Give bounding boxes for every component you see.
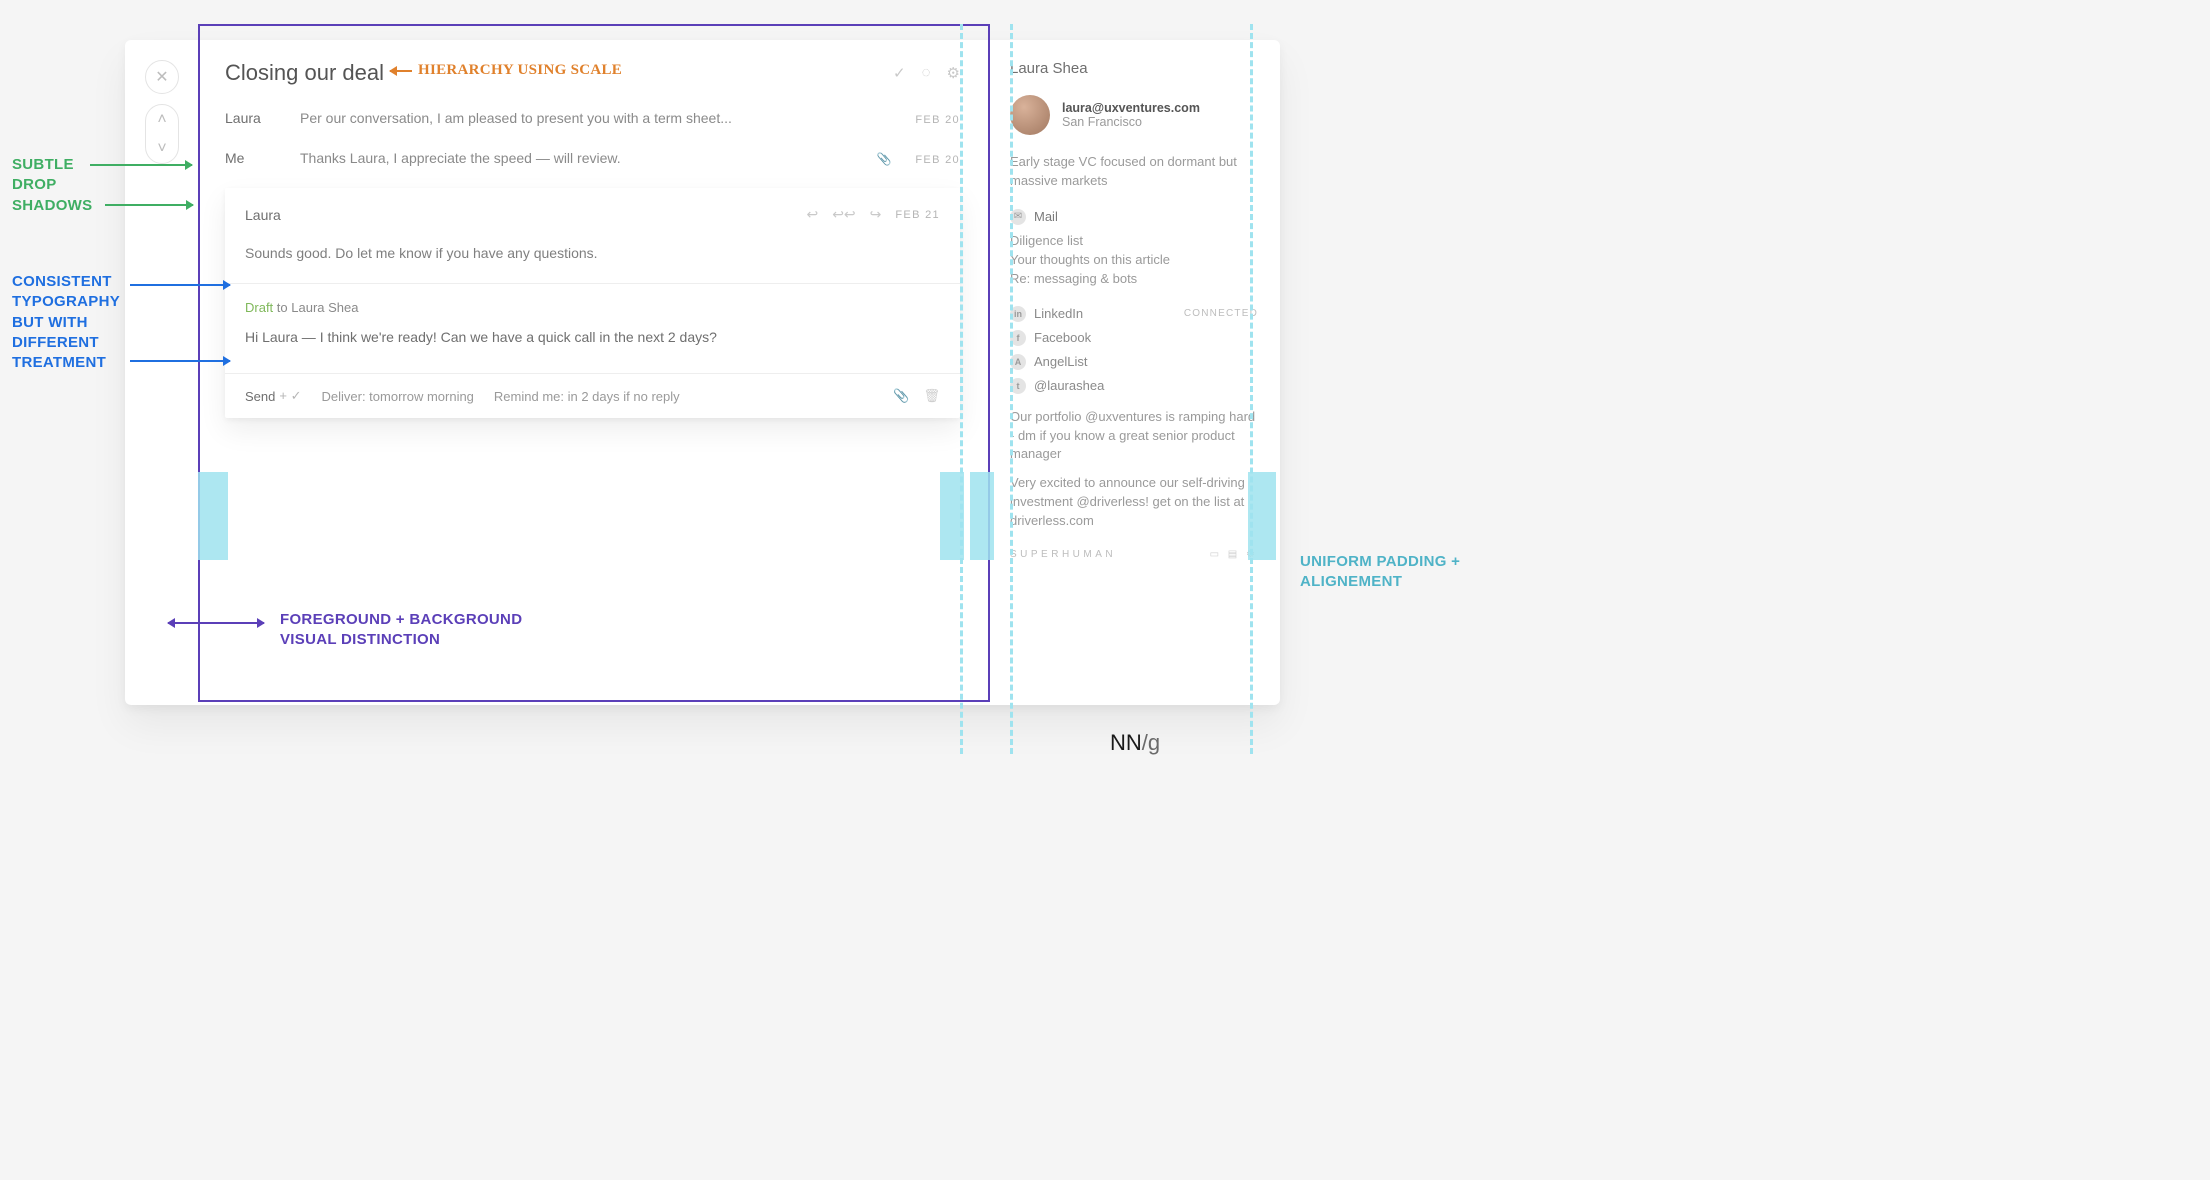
chevron-down-icon[interactable]: ˅ (157, 140, 166, 158)
chevron-up-icon[interactable]: ˄ (157, 111, 166, 129)
contact-sidebar: Laura Shea laura@uxventures.com San Fran… (1010, 60, 1258, 560)
social-angellist[interactable]: A AngelList (1010, 350, 1258, 374)
send-bar: Send + ✓ Deliver: tomorrow morning Remin… (225, 373, 960, 418)
open-message-card: Laura ↩ ↩↩ ↪ FEB 21 Sounds good. Do let … (225, 188, 960, 418)
draft-area[interactable]: Draft to Laura Shea Hi Laura — I think w… (245, 284, 940, 359)
message-date: FEB 21 (895, 209, 940, 221)
contact-email[interactable]: laura@uxventures.com (1062, 101, 1200, 115)
social-facebook[interactable]: f Facebook (1010, 326, 1258, 350)
send-button[interactable]: Send + ✓ (245, 388, 301, 404)
attach-icon[interactable]: 📎 (893, 388, 909, 404)
delete-draft-icon[interactable]: 🗑 (923, 388, 940, 404)
linkedin-icon: in (1010, 306, 1026, 322)
contact-name: Laura Shea (1010, 60, 1258, 77)
message-row[interactable]: Laura Per our conversation, I am pleased… (225, 110, 960, 126)
mark-done-icon[interactable]: ✓ (893, 64, 906, 82)
mail-icon: ✉ (1010, 209, 1026, 225)
annotation-typography: CONSISTENT TYPOGRAPHY BUT WITH DIFFERENT… (12, 272, 120, 373)
message-preview: Per our conversation, I am pleased to pr… (300, 110, 895, 126)
social-twitter[interactable]: t @laurashea (1010, 374, 1258, 398)
mail-item[interactable]: Your thoughts on this article (1010, 250, 1258, 269)
sender-name: Laura (225, 110, 280, 126)
nng-attribution: NN/g (1110, 730, 1160, 756)
deliver-schedule[interactable]: Deliver: tomorrow morning (321, 389, 473, 404)
contact-bio: Early stage VC focused on dormant but ma… (1010, 153, 1258, 191)
contact-location: San Francisco (1062, 115, 1200, 129)
message-row[interactable]: Me Thanks Laura, I appreciate the speed … (225, 150, 960, 166)
mail-section-head: ✉ Mail (1010, 209, 1258, 225)
arrow-orange (390, 70, 412, 72)
mail-list: Diligence list Your thoughts on this art… (1010, 231, 1258, 288)
footer-icons[interactable]: ▭ ▤ ⚙ (1210, 549, 1258, 560)
snooze-icon[interactable]: ◌ (922, 64, 931, 82)
facebook-icon: f (1010, 330, 1026, 346)
forward-icon[interactable]: ↪ (870, 206, 882, 223)
reply-all-icon[interactable]: ↩↩ (832, 206, 855, 223)
social-linkedin[interactable]: in LinkedIn CONNECTED (1010, 302, 1258, 326)
sender-name: Laura (245, 207, 281, 223)
thread-title: Closing our deal (225, 60, 384, 86)
feed-item: Our portfolio @uxventures is ramping har… (1010, 408, 1258, 465)
draft-body[interactable]: Hi Laura — I think we're ready! Can we h… (245, 329, 940, 345)
avatar (1010, 95, 1050, 135)
message-preview: Thanks Laura, I appreciate the speed — w… (300, 150, 856, 166)
mail-item[interactable]: Diligence list (1010, 231, 1258, 250)
arrow-green-2 (105, 204, 193, 206)
draft-to-prefix: to (273, 300, 291, 315)
annotation-shadows: SUBTLE DROP SHADOWS (12, 155, 92, 216)
reply-icon[interactable]: ↩ (806, 206, 818, 223)
connected-badge: CONNECTED (1184, 308, 1258, 319)
arrow-blue-2 (130, 360, 230, 362)
nav-up-down[interactable]: ˄ ˅ (145, 104, 179, 164)
message-date: FEB 20 (915, 114, 960, 126)
settings-icon[interactable]: ⚙ (947, 64, 960, 82)
remind-schedule[interactable]: Remind me: in 2 days if no reply (494, 389, 680, 404)
brand-footer: SUPERHUMAN ▭ ▤ ⚙ (1010, 549, 1258, 560)
thread-actions: ✓ ◌ ⚙ (893, 64, 960, 82)
annotation-padding: UNIFORM PADDING + ALIGNEMENT (1300, 552, 1460, 593)
arrow-purple (168, 622, 264, 624)
twitter-icon: t (1010, 378, 1026, 394)
arrow-blue-1 (130, 284, 230, 286)
message-date: FEB 20 (915, 154, 960, 166)
social-feed: Our portfolio @uxventures is ramping har… (1010, 408, 1258, 531)
angellist-icon: A (1010, 354, 1026, 370)
feed-item: Very excited to announce our self-drivin… (1010, 474, 1258, 531)
draft-recipient: Laura Shea (291, 300, 358, 315)
close-icon[interactable]: ✕ (145, 60, 179, 94)
annotation-hierarchy: HIERARCHY USING SCALE (418, 60, 622, 80)
left-gutter: ✕ ˄ ˅ (145, 60, 185, 164)
arrow-green-1 (90, 164, 192, 166)
attachment-icon: 📎 (876, 152, 891, 166)
message-body: Sounds good. Do let me know if you have … (245, 245, 940, 283)
draft-label: Draft (245, 300, 273, 315)
sender-name: Me (225, 150, 280, 166)
annotation-fg-bg: FOREGROUND + BACKGROUND VISUAL DISTINCTI… (280, 610, 522, 651)
mail-item[interactable]: Re: messaging & bots (1010, 269, 1258, 288)
